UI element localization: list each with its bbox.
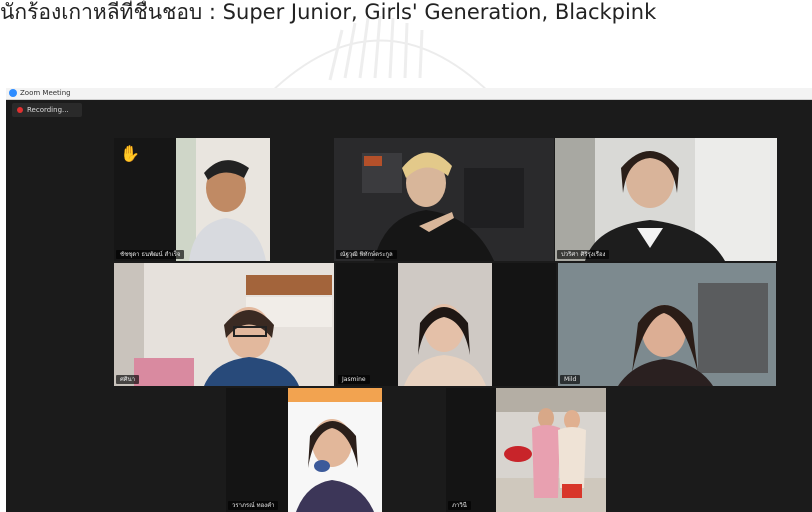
participant-tile[interactable]: ✋ ชัชชุดา ธนพัฒน์ สำเร็จ <box>114 138 270 261</box>
university-seal-watermark <box>269 15 491 94</box>
participant-tile[interactable]: วราภรณ์ ทองคำ <box>226 388 382 512</box>
participant-name: วราภรณ์ ทองคำ <box>228 501 279 510</box>
participant-video <box>114 263 334 386</box>
participant-tile-active-speaker[interactable]: ปวริศา ศิริรุ่งเรือง <box>555 138 777 261</box>
window-titlebar: Zoom Meeting <box>6 88 812 100</box>
participant-tile[interactable]: ภาวินี <box>446 388 606 512</box>
participant-name: ภาวินี <box>448 501 471 510</box>
recording-indicator[interactable]: Recording... <box>12 103 82 117</box>
participant-name: ปวริศา ศิริรุ่งเรือง <box>557 250 610 259</box>
zoom-meeting-window: Zoom Meeting Recording... ✋ ชัชชุดา ธนพั… <box>6 88 812 512</box>
participant-video <box>334 138 554 261</box>
participant-tile[interactable]: ณัฐวุฒิ พิทักษ์ตระกูล <box>334 138 554 261</box>
recording-label: Recording... <box>27 106 69 114</box>
participant-name: Mild <box>560 375 581 384</box>
raised-hand-icon: ✋ <box>120 144 140 163</box>
participant-video <box>336 263 556 386</box>
participant-tile[interactable]: Mild <box>558 263 776 386</box>
participant-name: ศศินา <box>116 375 140 384</box>
participant-video <box>558 263 776 386</box>
participant-video <box>446 388 606 512</box>
participant-name: ณัฐวุฒิ พิทักษ์ตระกูล <box>336 250 397 259</box>
zoom-app-icon <box>9 89 17 97</box>
window-title: Zoom Meeting <box>20 89 71 97</box>
record-dot-icon <box>17 107 23 113</box>
participant-tile[interactable]: ศศินา <box>114 263 334 386</box>
participant-name: Jasmine <box>338 375 370 384</box>
participant-name: ชัชชุดา ธนพัฒน์ สำเร็จ <box>116 250 185 259</box>
participant-video <box>226 388 382 512</box>
participant-video <box>555 138 777 261</box>
participant-tile[interactable]: Jasmine <box>336 263 556 386</box>
